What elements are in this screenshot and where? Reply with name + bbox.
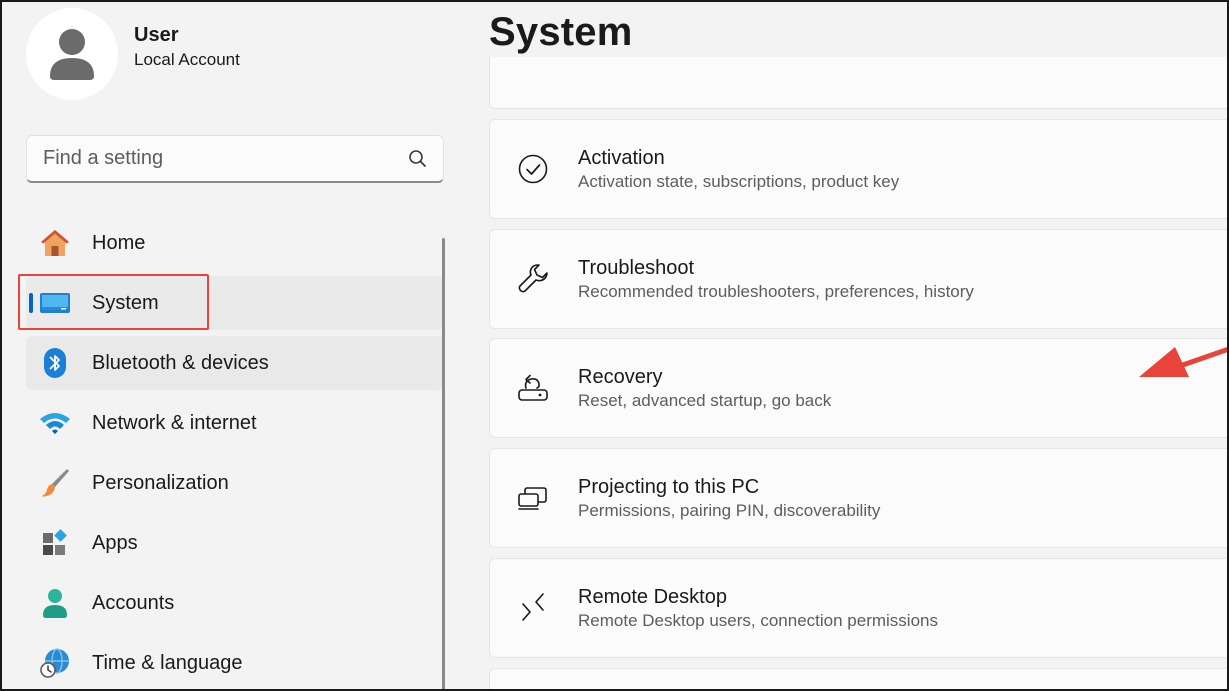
card-title-troubleshoot: Troubleshoot xyxy=(578,257,694,279)
settings-card-activation[interactable]: Activation Activation state, subscriptio… xyxy=(489,119,1227,219)
search-box[interactable] xyxy=(26,135,444,183)
settings-card-projecting[interactable]: Projecting to this PC Permissions, pairi… xyxy=(489,448,1227,548)
search-icon[interactable] xyxy=(407,148,429,170)
nav-item-time-language[interactable]: Time & language xyxy=(26,636,444,689)
bluetooth-icon xyxy=(38,346,72,380)
nav-item-personalization[interactable]: Personalization xyxy=(26,456,444,510)
nav-item-apps[interactable]: Apps xyxy=(26,516,444,570)
profile-account-type: Local Account xyxy=(134,50,240,69)
card-desc-recovery: Reset, advanced startup, go back xyxy=(578,391,832,410)
nav-label-home: Home xyxy=(92,231,146,254)
card-title-recovery: Recovery xyxy=(578,366,663,388)
nav-label-personalization: Personalization xyxy=(92,471,229,494)
navigation-list: Home System Bluetooth & devices Network … xyxy=(26,216,444,689)
settings-card-recovery[interactable]: Recovery Reset, advanced startup, go bac… xyxy=(489,338,1227,438)
remote-desktop-icon xyxy=(515,590,551,626)
settings-card-troubleshoot[interactable]: Troubleshoot Recommended troubleshooters… xyxy=(489,229,1227,329)
check-circle-icon xyxy=(515,151,551,187)
nav-label-system: System xyxy=(92,291,159,314)
card-desc-troubleshoot: Recommended troubleshooters, preferences… xyxy=(578,282,974,301)
nav-label-accounts: Accounts xyxy=(92,591,175,614)
apps-icon xyxy=(38,526,72,560)
projecting-icon xyxy=(515,480,551,516)
wifi-icon xyxy=(38,406,72,440)
system-monitor-icon xyxy=(38,286,72,320)
card-title-remote-desktop: Remote Desktop xyxy=(578,586,727,608)
nav-item-accounts[interactable]: Accounts xyxy=(26,576,444,630)
settings-card-next-partial[interactable] xyxy=(489,668,1227,689)
settings-window: User Local Account Home xyxy=(0,0,1229,691)
card-desc-projecting: Permissions, pairing PIN, discoverabilit… xyxy=(578,501,881,520)
nav-label-network-internet: Network & internet xyxy=(92,411,257,434)
accounts-icon xyxy=(38,586,72,620)
nav-label-time-language: Time & language xyxy=(92,651,243,674)
nav-item-home[interactable]: Home xyxy=(26,216,444,270)
card-desc-remote-desktop: Remote Desktop users, connection permiss… xyxy=(578,611,938,630)
card-title-activation: Activation xyxy=(578,147,665,169)
sidebar-scrollbar[interactable] xyxy=(442,238,445,689)
selection-indicator xyxy=(29,293,33,313)
nav-label-bluetooth-devices: Bluetooth & devices xyxy=(92,351,269,374)
settings-card-remote-desktop[interactable]: Remote Desktop Remote Desktop users, con… xyxy=(489,558,1227,658)
search-input[interactable] xyxy=(43,147,407,170)
user-avatar-icon xyxy=(50,29,94,80)
nav-item-bluetooth-devices[interactable]: Bluetooth & devices xyxy=(26,336,444,390)
sidebar: User Local Account Home xyxy=(2,2,447,689)
nav-label-apps: Apps xyxy=(92,531,138,554)
card-title-projecting: Projecting to this PC xyxy=(578,476,760,498)
nav-item-system[interactable]: System xyxy=(26,276,444,330)
main-content: System Activation Activation state, subs… xyxy=(447,2,1227,689)
page-title: System xyxy=(489,10,633,54)
nav-item-network-internet[interactable]: Network & internet xyxy=(26,396,444,450)
recovery-icon xyxy=(515,370,551,406)
home-icon xyxy=(38,226,72,260)
paintbrush-icon xyxy=(38,466,72,500)
wrench-icon xyxy=(515,261,551,297)
card-desc-activation: Activation state, subscriptions, product… xyxy=(578,172,900,191)
avatar[interactable] xyxy=(26,8,118,100)
settings-card-partial[interactable] xyxy=(489,57,1227,109)
user-profile[interactable]: User Local Account xyxy=(26,8,240,100)
time-language-icon xyxy=(38,646,72,680)
profile-name: User xyxy=(134,24,179,46)
annotation-arrow-icon xyxy=(1139,347,1227,377)
